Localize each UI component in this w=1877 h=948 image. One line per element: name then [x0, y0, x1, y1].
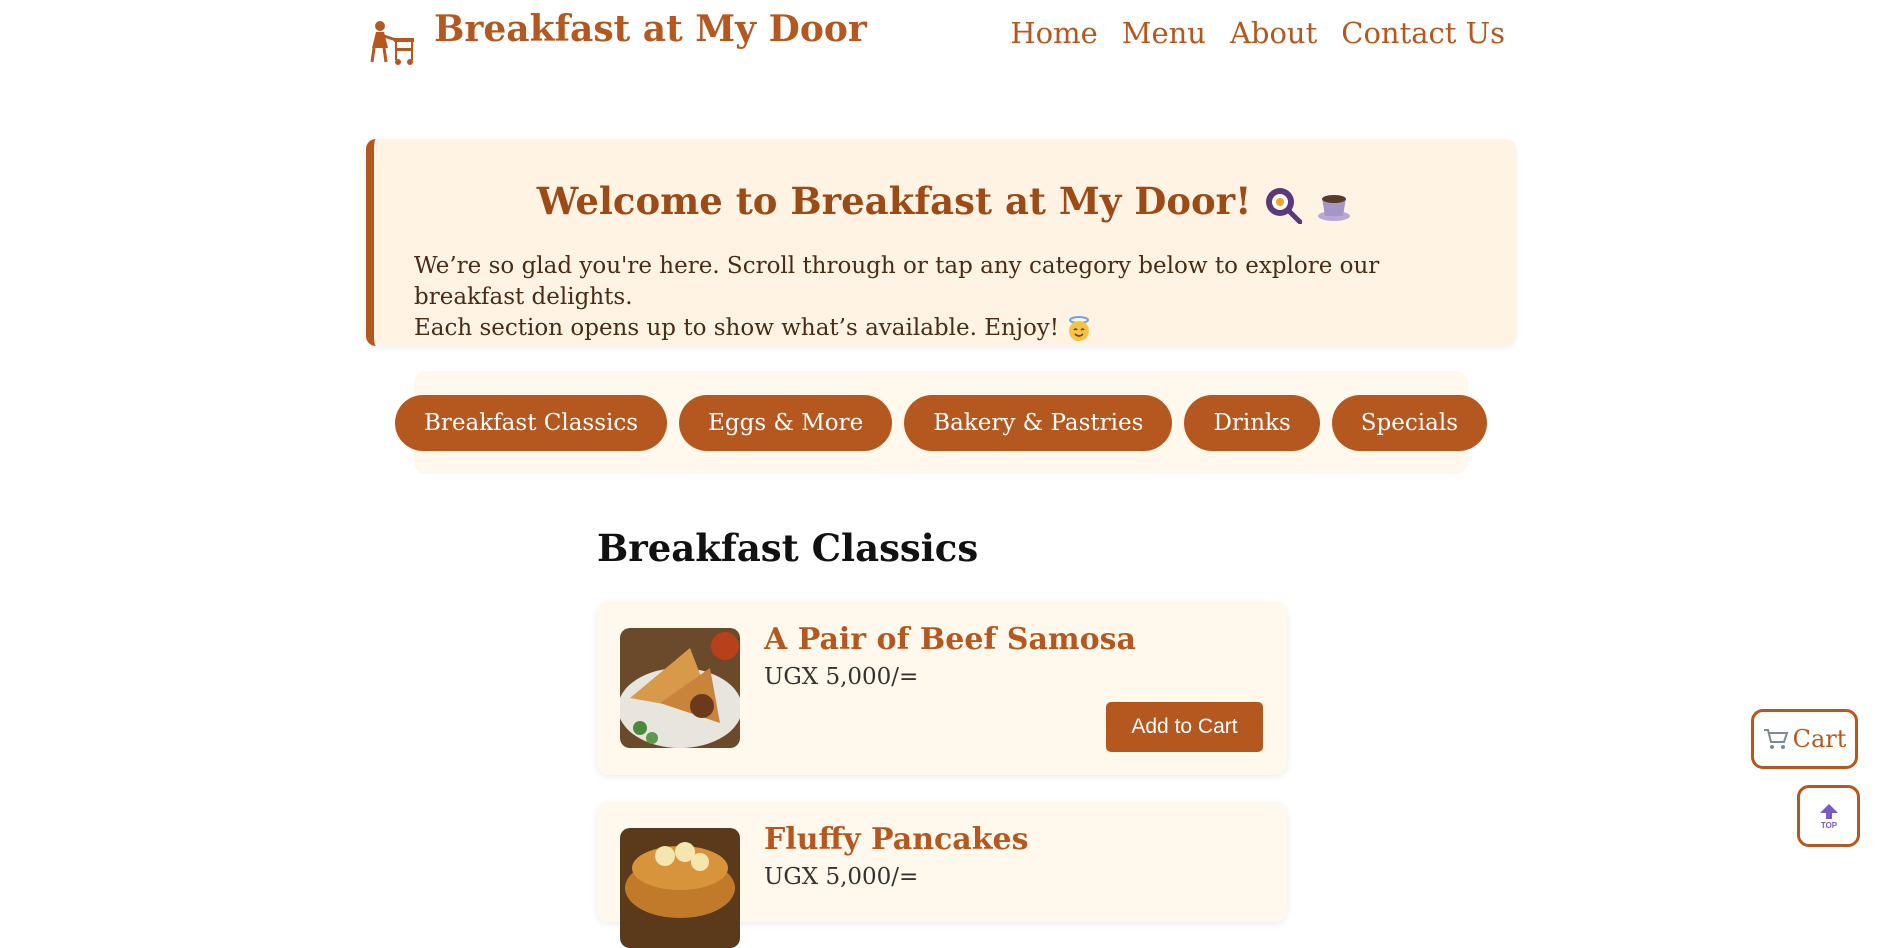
item-name: A Pair of Beef Samosa — [764, 622, 1136, 657]
site-title[interactable]: Breakfast at My Door — [434, 8, 867, 50]
category-bakery-and-pastries[interactable]: Bakery & Pastries — [904, 394, 1173, 451]
welcome-text: We’re so glad you're here. Scroll throug… — [414, 251, 1476, 344]
item-price: UGX 5,000/= — [764, 664, 919, 690]
site-header: Breakfast at My Door Home Menu About Con… — [0, 0, 1877, 80]
nav-about[interactable]: About — [1230, 16, 1317, 50]
welcome-line-2: Each section opens up to show what’s ava… — [414, 315, 1060, 341]
shopping-cart-icon — [1763, 729, 1788, 749]
category-eggs-and-more[interactable]: Eggs & More — [679, 394, 893, 451]
samosa-image — [620, 628, 740, 748]
menu-item-card: Fluffy Pancakes UGX 5,000/= — [597, 802, 1287, 948]
welcome-title: Welcome to Breakfast at My Door! — [374, 179, 1516, 224]
welcome-line-1: We’re so glad you're here. Scroll throug… — [414, 253, 1380, 310]
category-specials[interactable]: Specials — [1331, 394, 1487, 451]
section-title: Breakfast Classics — [597, 526, 979, 570]
add-to-cart-button[interactable]: Add to Cart — [1106, 702, 1263, 752]
frying-pan-egg-icon — [1266, 187, 1303, 224]
item-price: UGX 5,000/= — [764, 864, 919, 890]
category-bar: Breakfast Classics Eggs & More Bakery & … — [395, 371, 1487, 474]
item-name: Fluffy Pancakes — [764, 822, 1029, 857]
waiter-with-cart-icon[interactable] — [366, 18, 418, 68]
welcome-title-text: Welcome to Breakfast at My Door! — [536, 179, 1252, 223]
smiling-face-with-halo-icon — [1069, 316, 1090, 341]
up-arrow-icon: TOP — [1819, 804, 1838, 830]
back-to-top-button[interactable]: TOP — [1797, 785, 1860, 847]
nav-home[interactable]: Home — [1010, 16, 1097, 50]
main-nav: Home Menu About Contact Us — [1010, 16, 1505, 50]
menu-item-card: A Pair of Beef Samosa UGX 5,000/= Add to… — [597, 602, 1287, 775]
cart-label: Cart — [1792, 725, 1847, 753]
category-drinks[interactable]: Drinks — [1184, 394, 1320, 451]
category-breakfast-classics[interactable]: Breakfast Classics — [395, 394, 668, 451]
top-label: TOP — [1820, 821, 1837, 830]
welcome-banner: Welcome to Breakfast at My Door! We’re s… — [366, 139, 1516, 346]
nav-menu[interactable]: Menu — [1122, 16, 1206, 50]
nav-contact-us[interactable]: Contact Us — [1341, 16, 1505, 50]
hot-beverage-icon — [1318, 194, 1351, 221]
pancakes-image — [620, 828, 740, 948]
cart-button[interactable]: Cart — [1751, 709, 1858, 769]
